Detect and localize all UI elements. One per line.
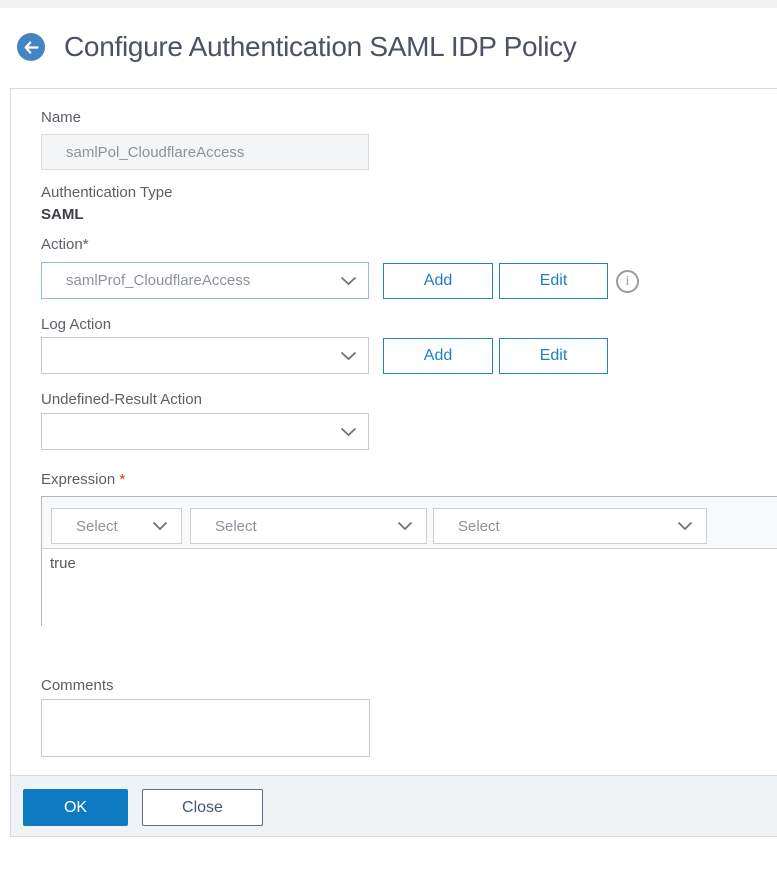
chevron-down-icon [152, 521, 168, 531]
expression-select-1[interactable]: Select [51, 508, 182, 544]
chevron-down-icon [340, 351, 357, 361]
comments-input[interactable] [41, 699, 370, 757]
close-button[interactable]: Close [142, 789, 263, 826]
action-select-value: samlProf_CloudflareAccess [66, 272, 251, 289]
action-edit-button[interactable]: Edit [499, 263, 608, 299]
info-icon[interactable]: i [616, 270, 639, 293]
back-button[interactable] [17, 33, 45, 61]
expression-select-3-value: Select [458, 517, 500, 535]
expression-select-2[interactable]: Select [190, 508, 427, 544]
expression-select-2-value: Select [215, 517, 257, 535]
expression-toolbar: Select Select Select [42, 497, 777, 549]
page-title: Configure Authentication SAML IDP Policy [64, 31, 577, 62]
log-action-add-button[interactable]: Add [383, 338, 493, 374]
chevron-down-icon [397, 521, 413, 531]
expression-label-text: Expression [41, 471, 116, 488]
info-icon-glyph: i [625, 273, 630, 289]
authentication-type-label: Authentication Type [41, 184, 173, 201]
action-label: Action* [41, 236, 89, 253]
chevron-down-icon [340, 276, 357, 286]
name-input[interactable] [41, 134, 369, 170]
undefined-result-action-select[interactable] [41, 413, 369, 450]
authentication-type-value: SAML [41, 206, 84, 223]
ok-button[interactable]: OK [23, 789, 128, 826]
required-asterisk: * [119, 471, 126, 488]
expression-select-3[interactable]: Select [433, 508, 707, 544]
form-panel: Name Authentication Type SAML Action* sa… [10, 88, 777, 837]
name-label: Name [41, 109, 82, 126]
chevron-down-icon [677, 521, 693, 531]
arrow-left-icon [24, 40, 39, 54]
comments-label: Comments [41, 677, 114, 694]
chevron-down-icon [340, 427, 357, 437]
log-action-select[interactable] [41, 337, 369, 374]
expression-editor: Select Select Select true [41, 496, 777, 626]
expression-value-input[interactable]: true [42, 549, 777, 626]
action-select[interactable]: samlProf_CloudflareAccess [41, 262, 369, 299]
log-action-edit-button[interactable]: Edit [499, 338, 608, 374]
footer-bar: OK Close [11, 775, 777, 836]
action-add-button[interactable]: Add [383, 263, 493, 299]
undefined-result-action-label: Undefined-Result Action [41, 391, 202, 408]
page-top-strip [0, 0, 777, 8]
expression-label: Expression * [41, 471, 125, 488]
expression-select-1-value: Select [76, 517, 118, 535]
log-action-label: Log Action [41, 316, 112, 333]
